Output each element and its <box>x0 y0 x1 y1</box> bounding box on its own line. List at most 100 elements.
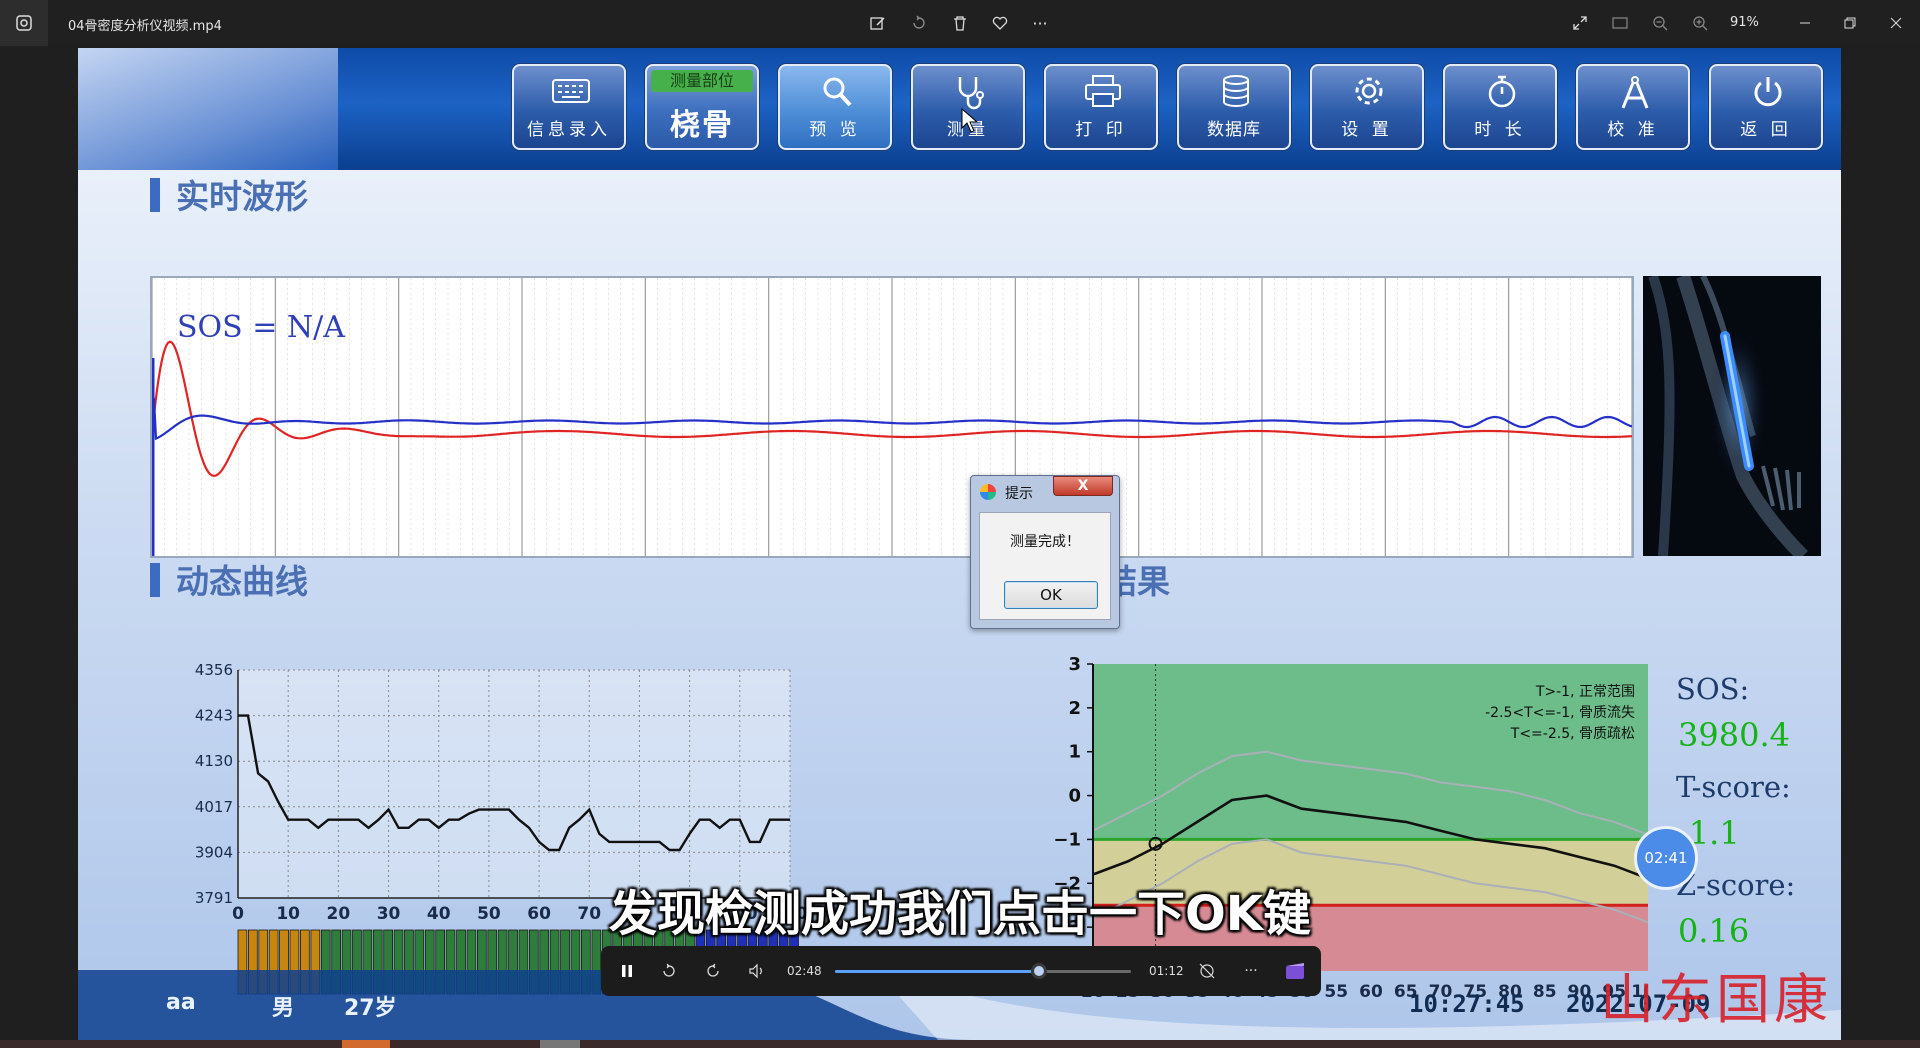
zoom-out-icon[interactable] <box>1650 13 1670 33</box>
stethoscope-icon <box>958 77 984 110</box>
seek-bar-progress <box>835 970 1040 973</box>
more-icon[interactable]: ··· <box>1030 13 1050 33</box>
sos-waveform-label: SOS = N/A <box>177 310 345 345</box>
patient-sex: 男 <box>272 996 295 1021</box>
search-icon <box>823 77 852 107</box>
seek-bar[interactable] <box>835 963 1131 979</box>
fullscreen-icon[interactable] <box>1570 13 1590 33</box>
dialog-logo-icon <box>980 484 996 500</box>
dynamic-y-tick-label: 4017 <box>195 798 233 816</box>
dynamic-y-tick-label: 3904 <box>195 843 233 861</box>
realtime-waveform: SOS = N/A <box>150 276 1634 558</box>
player-more-icon[interactable]: ··· <box>1241 961 1261 981</box>
favorite-icon[interactable] <box>990 13 1010 33</box>
measure-button[interactable]: 测量 <box>911 64 1025 150</box>
t-score-value: -1.1 <box>1678 814 1740 852</box>
return-label: 返 回 <box>1740 120 1792 140</box>
actual-size-icon[interactable] <box>1610 13 1630 33</box>
result-y-tick-label: 0 <box>1068 786 1081 807</box>
result-legend-text: -2.5<T<=-1, 骨质流失 <box>1485 705 1635 721</box>
database-button[interactable]: 数据库 <box>1177 64 1291 150</box>
stopwatch-icon <box>1488 75 1516 108</box>
minimize-icon[interactable] <box>1795 13 1815 33</box>
dialog-close-button[interactable]: X <box>1053 476 1113 496</box>
preview-label: 预 览 <box>809 120 861 140</box>
forearm-xray-image <box>1643 273 1821 561</box>
info-entry-button[interactable]: 信息录入 <box>512 64 626 150</box>
forward-30-icon[interactable] <box>703 961 723 981</box>
sos-value: 3980.4 <box>1678 716 1790 754</box>
gear-icon <box>1355 77 1383 105</box>
measure-site-button[interactable]: 测量部位 桡骨 <box>645 64 759 150</box>
window-filename: 04骨密度分析仪视频.mp4 <box>68 19 222 34</box>
printer-icon <box>1085 75 1121 107</box>
restore-icon[interactable] <box>1840 13 1860 33</box>
preview-button[interactable]: 预 览 <box>778 64 892 150</box>
clock-time: 10:27:45 <box>1409 990 1525 1018</box>
keyboard-icon <box>552 79 590 103</box>
mouse-cursor-icon <box>961 108 979 133</box>
elapsed-time: 02:48 <box>787 964 822 978</box>
duration-label: 时 长 <box>1474 120 1526 140</box>
database-icon <box>1223 75 1249 107</box>
dialog-ok-button[interactable]: OK <box>1004 581 1098 609</box>
edit-image-icon[interactable] <box>868 13 888 33</box>
result-legend-text: T<=-2.5, 骨质疏松 <box>1510 726 1635 742</box>
app-icon[interactable] <box>0 0 48 46</box>
window-titlebar: 04骨密度分析仪视频.mp4 ··· 91% <box>0 0 1920 46</box>
seek-bar-thumb[interactable] <box>1031 963 1048 979</box>
patient-age: 27岁 <box>344 996 397 1021</box>
measure-site-sublabel: 测量部位 <box>651 70 753 92</box>
patient-name: aa <box>166 990 196 1015</box>
calibrate-label: 校 准 <box>1607 120 1659 140</box>
compass-icon <box>1621 76 1649 109</box>
result-y-tick-label: 3 <box>1068 654 1081 675</box>
taskbar-strip <box>0 1040 1920 1048</box>
t-score-key: T-score: <box>1676 770 1791 804</box>
measure-site-label: 桡骨 <box>670 108 734 143</box>
video-subtitle: 发现检测成功我们点击一下OK键 <box>608 886 1311 942</box>
power-icon <box>1754 77 1782 107</box>
zoom-level: 91% <box>1730 15 1759 30</box>
clipchamp-icon[interactable] <box>1285 961 1305 981</box>
result-y-tick-label: 1 <box>1068 742 1081 763</box>
prompt-dialog: 提示 X 测量完成！ OK <box>970 475 1120 629</box>
calibrate-button[interactable]: 校 准 <box>1576 64 1690 150</box>
video-player-controls: 02:48 01:12 ··· <box>601 946 1321 996</box>
delete-icon[interactable] <box>950 13 970 33</box>
waveform-plot <box>150 278 1633 556</box>
result-y-tick-label: 2 <box>1068 698 1081 719</box>
dynamic-plot-area <box>238 670 790 898</box>
dynamic-heading: 动态曲线 <box>150 555 308 603</box>
watermark-text: 山东国康 <box>1600 968 1832 1031</box>
result-y-tick-label: −1 <box>1053 829 1081 850</box>
toolbar-decor <box>78 48 338 170</box>
rotate-icon[interactable] <box>909 13 929 33</box>
print-label: 打 印 <box>1075 120 1127 140</box>
remaining-time: 01:12 <box>1149 964 1184 978</box>
settings-label: 设 置 <box>1341 120 1393 140</box>
zoom-in-icon[interactable] <box>1690 13 1710 33</box>
dialog-body: 测量完成！ OK <box>979 512 1111 620</box>
dynamic-y-tick-label: 4243 <box>195 707 233 725</box>
repeat-off-icon[interactable] <box>1197 961 1217 981</box>
return-button[interactable]: 返 回 <box>1709 64 1823 150</box>
settings-button[interactable]: 设 置 <box>1310 64 1424 150</box>
volume-icon[interactable] <box>747 961 767 981</box>
dialog-message: 测量完成！ <box>1010 534 1080 550</box>
close-icon[interactable] <box>1886 13 1906 33</box>
result-legend-text: T>-1, 正常范围 <box>1535 683 1635 700</box>
print-button[interactable]: 打 印 <box>1044 64 1158 150</box>
dynamic-y-tick-label: 4130 <box>195 752 233 770</box>
dialog-title: 提示 <box>1005 486 1033 502</box>
sos-key: SOS: <box>1676 672 1750 706</box>
waveform-heading: 实时波形 <box>150 170 308 218</box>
database-label: 数据库 <box>1207 120 1261 140</box>
duration-button[interactable]: 时 长 <box>1443 64 1557 150</box>
rewind-10-icon[interactable] <box>659 961 679 981</box>
info-entry-label: 信息录入 <box>527 120 611 140</box>
toolbar-band: 信息录入 测量部位 桡骨 预 览 测量 打 印 数据库 设 置 时 长 校 准 … <box>78 48 1841 170</box>
pause-icon[interactable] <box>617 961 637 981</box>
dynamic-y-tick-label: 4356 <box>195 661 233 679</box>
floating-timer-badge[interactable]: 02:41 <box>1634 826 1698 890</box>
